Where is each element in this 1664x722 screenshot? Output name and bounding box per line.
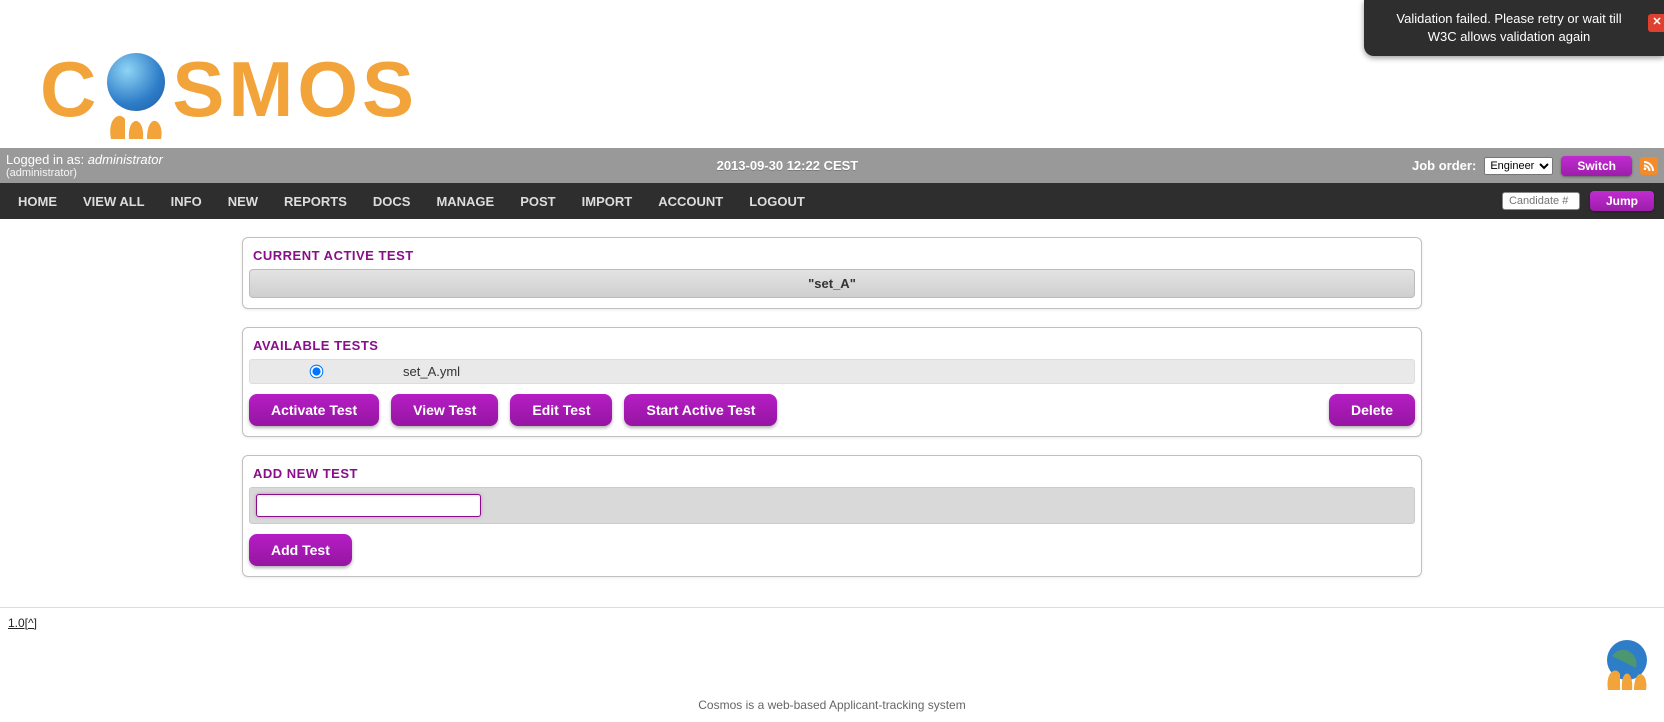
nav-manage[interactable]: MANAGE [436, 194, 494, 209]
login-info: Logged in as: administrator (administrat… [6, 152, 163, 179]
footer-globe-icon [1602, 638, 1652, 688]
nav-view-all[interactable]: VIEW ALL [83, 194, 145, 209]
jump-button[interactable]: Jump [1590, 191, 1654, 211]
nav-docs[interactable]: DOCS [373, 194, 411, 209]
close-icon[interactable]: ✕ [1648, 14, 1664, 32]
nav-list: HOME VIEW ALL INFO NEW REPORTS DOCS MANA… [18, 194, 805, 209]
test-row: set_A.yml [249, 359, 1415, 384]
nav-home[interactable]: HOME [18, 194, 57, 209]
nav-info[interactable]: INFO [171, 194, 202, 209]
new-test-name-input[interactable] [256, 494, 481, 517]
user-role: (administrator) [6, 167, 163, 179]
topbar: Logged in as: administrator (administrat… [0, 148, 1664, 183]
view-test-button[interactable]: View Test [391, 394, 498, 426]
nav-new[interactable]: NEW [228, 194, 258, 209]
test-filename: set_A.yml [403, 364, 460, 379]
test-radio[interactable] [310, 365, 324, 379]
switch-button[interactable]: Switch [1561, 156, 1632, 176]
available-tests-panel: AVAILABLE TESTS set_A.yml Activate Test … [242, 327, 1422, 437]
start-active-test-button[interactable]: Start Active Test [624, 394, 777, 426]
main-nav: HOME VIEW ALL INFO NEW REPORTS DOCS MANA… [0, 183, 1664, 219]
nav-post[interactable]: POST [520, 194, 555, 209]
add-new-test-panel: ADD NEW TEST Add Test [242, 455, 1422, 577]
activate-test-button[interactable]: Activate Test [249, 394, 379, 426]
cosmos-logo: C SMOS [40, 50, 1664, 128]
nav-account[interactable]: ACCOUNT [658, 194, 723, 209]
logo-text-smos: SMOS [172, 50, 418, 128]
validation-toast: Validation failed. Please retry or wait … [1364, 0, 1664, 56]
globe-icon [104, 57, 168, 121]
footer-tagline: Cosmos is a web-based Applicant-tracking… [0, 698, 1664, 712]
current-active-test-panel: CURRENT ACTIVE TEST "set_A" [242, 237, 1422, 309]
nav-reports[interactable]: REPORTS [284, 194, 347, 209]
footer: 1.0[^] [0, 608, 1664, 638]
panel-title-available: AVAILABLE TESTS [243, 328, 1421, 359]
job-order-select[interactable]: Engineer [1484, 157, 1553, 175]
panel-title-add: ADD NEW TEST [243, 456, 1421, 487]
logged-in-prefix: Logged in as: [6, 152, 88, 167]
logo-text-c: C [40, 50, 100, 128]
current-active-test-value: "set_A" [249, 269, 1415, 298]
candidate-number-input[interactable] [1502, 192, 1580, 210]
delete-button[interactable]: Delete [1329, 394, 1415, 426]
add-test-button[interactable]: Add Test [249, 534, 352, 566]
username: administrator [88, 152, 163, 167]
toast-message: Validation failed. Please retry or wait … [1396, 11, 1621, 44]
panel-title-current: CURRENT ACTIVE TEST [243, 238, 1421, 269]
nav-logout[interactable]: LOGOUT [749, 194, 805, 209]
version-link[interactable]: 1.0[^] [8, 616, 37, 630]
rss-icon[interactable] [1640, 157, 1658, 175]
edit-test-button[interactable]: Edit Test [510, 394, 612, 426]
datetime: 2013-09-30 12:22 CEST [717, 158, 859, 173]
job-order-label: Job order: [1412, 158, 1476, 173]
main-content: CURRENT ACTIVE TEST "set_A" AVAILABLE TE… [242, 237, 1422, 577]
nav-import[interactable]: IMPORT [582, 194, 633, 209]
